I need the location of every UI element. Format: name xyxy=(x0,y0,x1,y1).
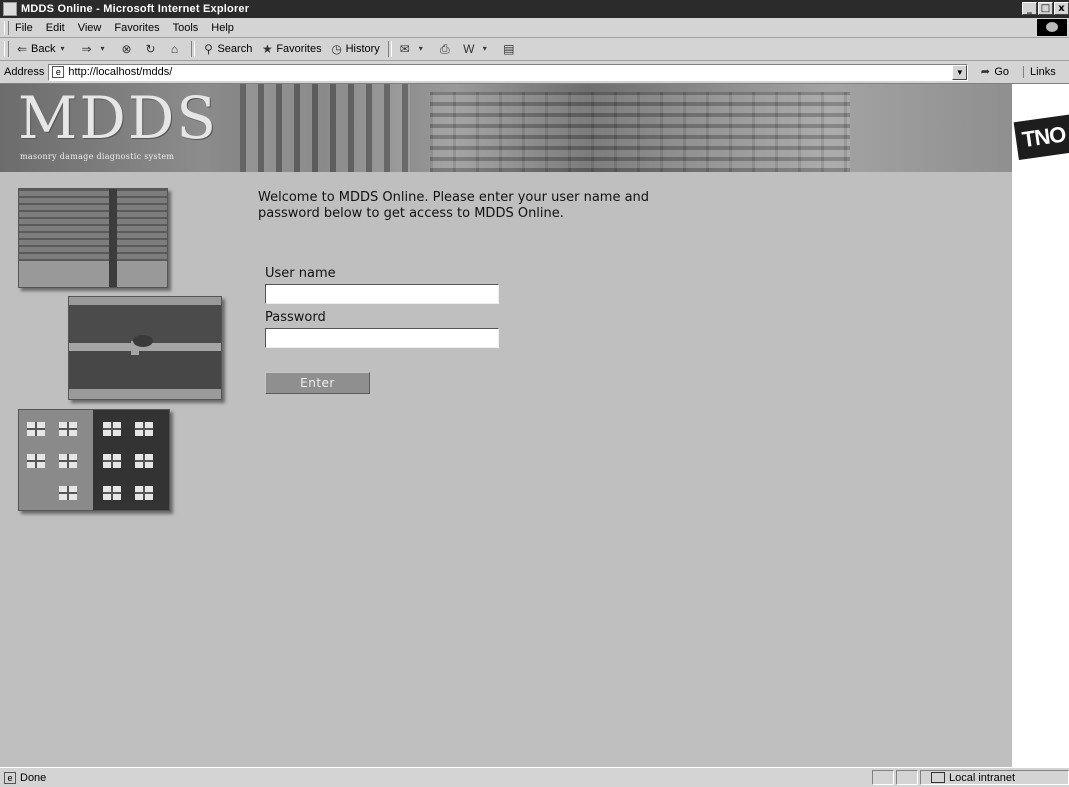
intranet-zone-icon xyxy=(931,772,945,783)
back-arrow-icon: ⇐ xyxy=(16,42,28,56)
standard-toolbar: ⇐ Back ▾ ⇒ ▾ ⊗ ↻ ⌂ ⚲ Search ★ Favorites … xyxy=(0,38,1069,61)
mdds-tagline: masonry damage diagnostic system xyxy=(20,152,175,161)
dropdown-arrow-icon: ▾ xyxy=(418,44,423,53)
search-label: Search xyxy=(217,43,253,55)
word-edit-icon: W xyxy=(463,42,475,56)
back-button[interactable]: ⇐ Back ▾ xyxy=(15,42,71,56)
toolbar-separator xyxy=(191,41,196,57)
site-banner: MDDS masonry damage diagnostic system xyxy=(0,84,1012,172)
menu-help[interactable]: Help xyxy=(211,22,234,34)
mail-icon: ✉ xyxy=(399,42,410,56)
dropdown-arrow-icon: ▾ xyxy=(482,44,487,53)
tno-logo: TNO xyxy=(1013,114,1069,160)
search-icon: ⚲ xyxy=(204,42,213,56)
go-label: Go xyxy=(994,66,1010,78)
menu-edit[interactable]: Edit xyxy=(46,22,65,34)
minimize-button[interactable]: _ xyxy=(1022,2,1037,15)
printer-icon: ⎙ xyxy=(440,42,450,56)
forward-button[interactable]: ⇒ ▾ xyxy=(79,42,111,56)
welcome-message: Welcome to MDDS Online. Please enter you… xyxy=(258,190,650,221)
username-label: User name xyxy=(265,266,336,281)
history-icon: ◷ xyxy=(331,42,342,56)
status-bar: e Done Local intranet xyxy=(0,767,1069,787)
status-text: Done xyxy=(20,771,47,784)
search-button[interactable]: ⚲ Search xyxy=(201,42,252,56)
favorites-icon: ★ xyxy=(261,42,273,56)
refresh-icon: ↻ xyxy=(145,42,156,56)
window-title: MDDS Online - Microsoft Internet Explore… xyxy=(21,3,250,15)
password-input[interactable] xyxy=(265,328,499,348)
username-input[interactable] xyxy=(265,284,499,304)
masonry-wall-photo xyxy=(18,188,168,288)
toolbar-separator xyxy=(387,41,392,57)
dropdown-arrow-icon: ▾ xyxy=(100,44,105,53)
links-button[interactable]: Links xyxy=(1023,66,1056,78)
page-content: MDDS masonry damage diagnostic system We… xyxy=(0,84,1012,767)
back-label: Back xyxy=(31,43,56,55)
toolbar-grip[interactable] xyxy=(4,41,9,57)
window-controls: _ □ x xyxy=(1022,2,1069,15)
banner-photo-texture xyxy=(240,84,410,172)
home-icon: ⌂ xyxy=(170,42,179,56)
password-label: Password xyxy=(265,310,326,325)
brick-detail-photo xyxy=(68,296,222,400)
go-button[interactable]: ➦ Go xyxy=(978,65,1009,79)
address-dropdown-button[interactable]: ▼ xyxy=(952,64,968,80)
building-facade-photo xyxy=(18,409,170,511)
windows-logo-icon xyxy=(1037,19,1067,36)
favorites-label: Favorites xyxy=(276,43,322,55)
history-label: History xyxy=(345,43,380,55)
page-icon: e xyxy=(52,66,65,78)
address-bar: Address e http://localhost/mdds/ ▼ ➦ Go … xyxy=(0,61,1069,84)
discuss-button[interactable]: ▤ xyxy=(502,42,518,56)
edit-button[interactable]: W ▾ xyxy=(462,42,494,56)
security-zone-label: Local intranet xyxy=(949,771,1016,784)
page-right-margin xyxy=(1012,84,1069,767)
forward-arrow-icon: ⇒ xyxy=(81,42,92,56)
print-button[interactable]: ⎙ xyxy=(438,42,454,56)
stop-button[interactable]: ⊗ xyxy=(119,42,135,56)
history-button[interactable]: ◷ History xyxy=(330,42,380,56)
menu-favorites[interactable]: Favorites xyxy=(114,22,159,34)
ie-app-icon xyxy=(3,2,17,16)
go-arrow-icon: ➦ xyxy=(980,66,990,78)
home-button[interactable]: ⌂ xyxy=(167,42,183,56)
menu-tools[interactable]: Tools xyxy=(173,22,199,34)
page-done-icon: e xyxy=(4,771,16,784)
address-url[interactable]: http://localhost/mdds/ xyxy=(68,66,172,78)
mail-button[interactable]: ✉ ▾ xyxy=(398,42,430,56)
window-title-bar: MDDS Online - Microsoft Internet Explore… xyxy=(0,0,1069,18)
status-panel xyxy=(896,770,918,785)
enter-button[interactable]: Enter xyxy=(265,372,370,394)
banner-photo-texture xyxy=(430,92,850,172)
stop-icon: ⊗ xyxy=(121,42,132,56)
discuss-icon: ▤ xyxy=(503,42,515,56)
security-zone-panel[interactable]: Local intranet xyxy=(920,770,1069,785)
dropdown-arrow-icon: ▾ xyxy=(60,44,65,53)
maximize-button[interactable]: □ xyxy=(1038,2,1053,15)
menu-view[interactable]: View xyxy=(78,22,102,34)
address-label: Address xyxy=(4,66,45,78)
favorites-button[interactable]: ★ Favorites xyxy=(260,42,322,56)
menu-bar: File Edit View Favorites Tools Help xyxy=(0,18,1069,38)
mdds-logo: MDDS xyxy=(18,84,219,152)
close-button[interactable]: x xyxy=(1054,2,1069,15)
address-input[interactable]: e http://localhost/mdds/ ▼ xyxy=(48,63,969,81)
menu-file[interactable]: File xyxy=(15,22,33,34)
refresh-button[interactable]: ↻ xyxy=(143,42,159,56)
status-panel xyxy=(872,770,894,785)
menubar-grip[interactable] xyxy=(4,20,9,35)
